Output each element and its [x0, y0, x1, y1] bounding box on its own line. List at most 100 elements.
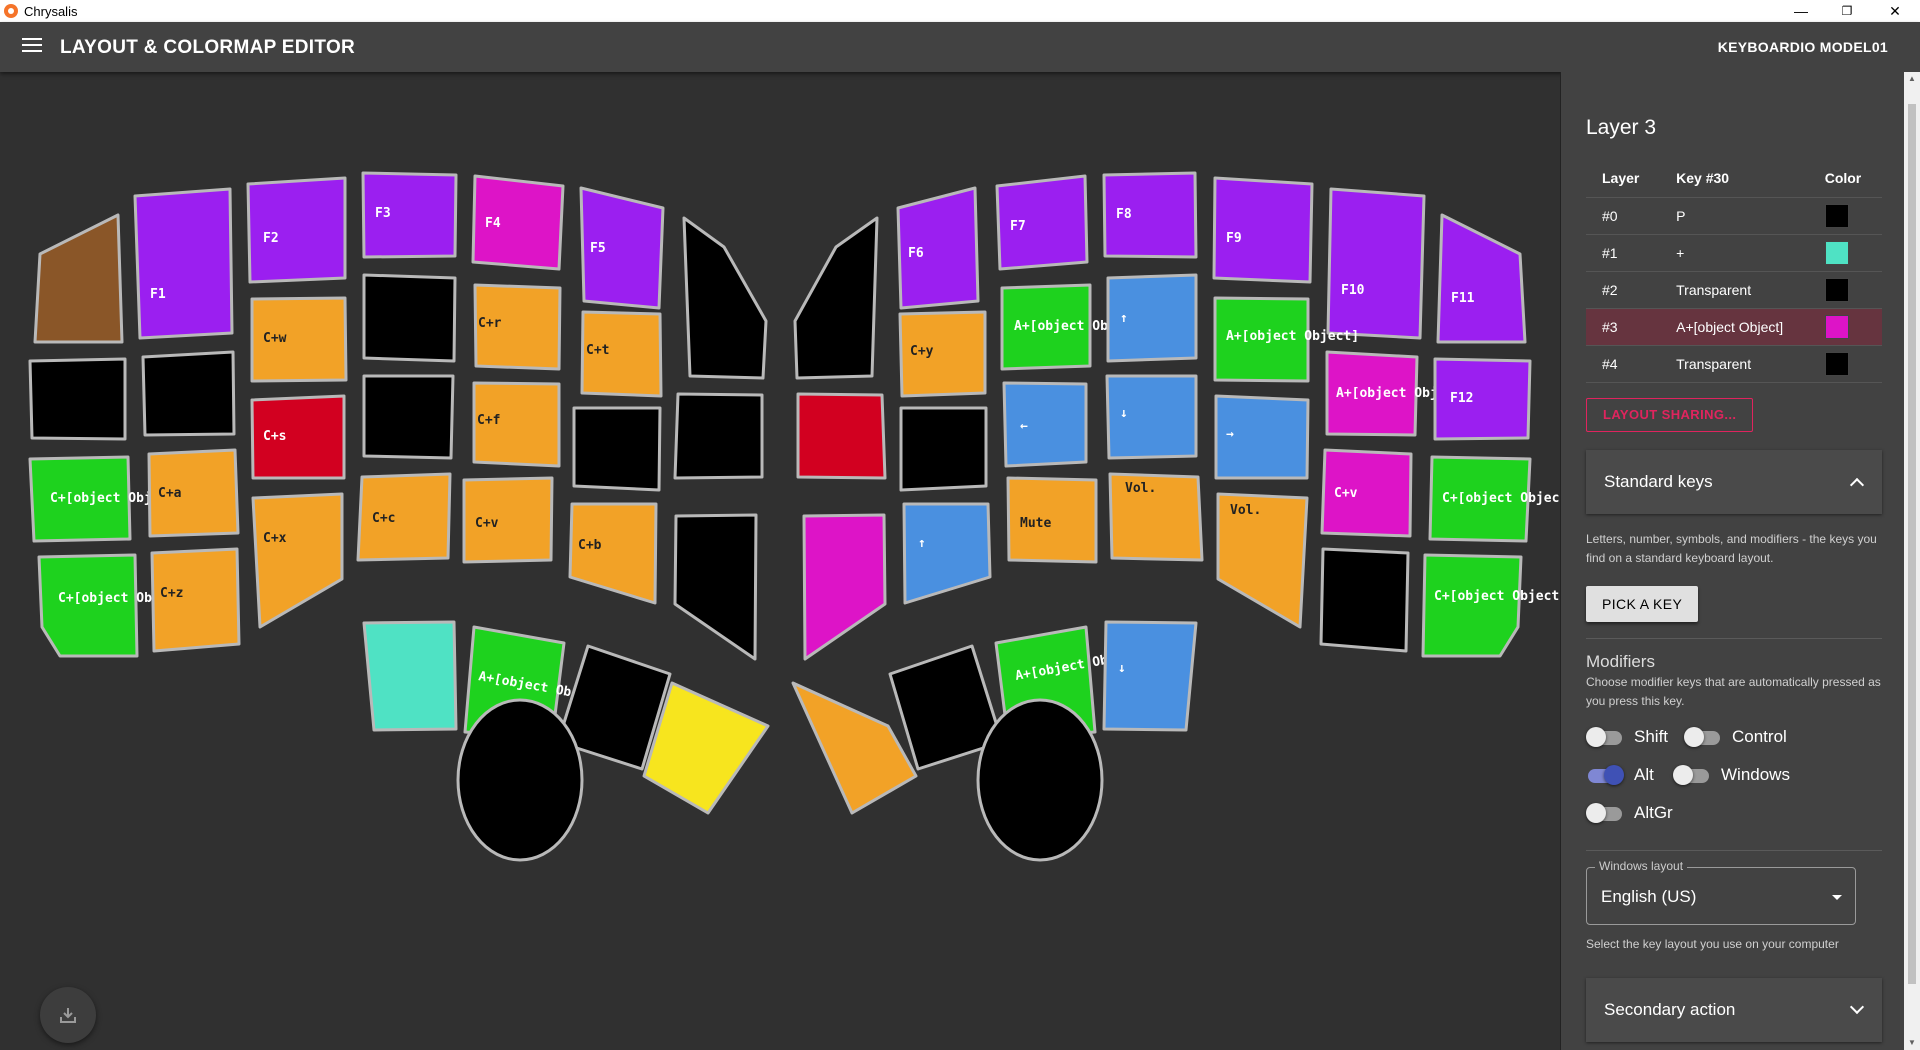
keyboard-key[interactable]	[802, 513, 887, 661]
key-label: ←	[1020, 419, 1028, 434]
keyboard-key[interactable]	[1212, 176, 1314, 284]
keyboard-key[interactable]	[976, 698, 1104, 862]
select-legend: Windows layout	[1595, 859, 1688, 873]
key-label: C+a	[158, 486, 182, 501]
key-label: C+r	[478, 316, 502, 331]
app-bar: LAYOUT & COLORMAP EDITOR KEYBOARDIO MODE…	[0, 22, 1920, 72]
color-swatch	[1824, 240, 1849, 265]
layer-key-table: Layer Key #30 Color #0 P #1 + #2 Transpa…	[1586, 160, 1882, 383]
app-logo-icon	[4, 4, 18, 18]
key-label: C+f	[477, 413, 500, 428]
dropdown-arrow-icon	[1832, 895, 1842, 900]
col-key: Key #30	[1660, 160, 1809, 198]
keyboard-key[interactable]	[1319, 547, 1410, 653]
key-label: Mute	[1020, 516, 1051, 531]
key-label: C+z	[160, 586, 183, 601]
key-label: C+[object Object]	[1434, 589, 1560, 604]
keyboard-key[interactable]	[251, 492, 344, 629]
key-label: →	[1226, 427, 1234, 442]
layout-sharing-button[interactable]: LAYOUT SHARING...	[1586, 398, 1754, 432]
keyboard-key[interactable]	[899, 406, 988, 492]
scrollbar-thumb[interactable]	[1908, 104, 1916, 984]
keyboard-key[interactable]	[1002, 381, 1088, 468]
hamburger-menu-icon[interactable]	[22, 38, 42, 56]
divider	[1586, 850, 1882, 851]
keyboard-key[interactable]	[793, 216, 879, 380]
key-label: C+s	[263, 429, 286, 444]
key-label: C+c	[372, 511, 395, 526]
keyboard-key[interactable]	[568, 502, 658, 605]
key-label: F7	[1010, 219, 1026, 234]
restore-button[interactable]: ❐	[1824, 0, 1870, 22]
table-row[interactable]: #1 +	[1586, 234, 1882, 272]
keyboard-key[interactable]	[246, 176, 347, 284]
key-label: Vol.	[1125, 481, 1156, 496]
key-label: ↓	[1118, 661, 1126, 676]
windows-layout-select[interactable]: Windows layout English (US)	[1586, 859, 1856, 925]
key-label: F5	[590, 241, 606, 256]
window-titlebar: Chrysalis — ❐ ✕	[0, 0, 1920, 22]
keyboard-key[interactable]	[362, 273, 457, 363]
keyboard-key[interactable]	[141, 350, 236, 437]
device-name: KEYBOARDIO MODEL01	[1717, 39, 1888, 55]
window-title: Chrysalis	[24, 4, 78, 19]
select-value: English (US)	[1601, 887, 1697, 906]
keyboard-key[interactable]	[902, 502, 992, 605]
color-swatch	[1824, 277, 1849, 302]
key-label: ↑	[918, 536, 926, 551]
keyboard-key[interactable]	[362, 374, 455, 460]
key-label: C+t	[586, 343, 609, 358]
standard-keys-title: Standard keys	[1604, 472, 1713, 491]
keyboard-key[interactable]	[572, 406, 662, 492]
key-label: F3	[375, 206, 391, 221]
keyboard-key[interactable]	[1436, 213, 1527, 344]
key-label: F8	[1116, 207, 1132, 222]
key-label: F11	[1451, 291, 1475, 306]
color-swatch	[1824, 351, 1849, 376]
col-layer: Layer	[1586, 160, 1661, 198]
color-swatch	[1824, 203, 1849, 228]
key-label: F10	[1341, 283, 1365, 298]
standard-keys-section[interactable]: Standard keys	[1586, 450, 1882, 514]
table-row-selected[interactable]: #3 A+[object Object]	[1586, 308, 1882, 346]
key-label: C+x	[263, 531, 287, 546]
key-label: C+v	[475, 516, 499, 531]
download-icon	[60, 1008, 76, 1023]
color-swatch	[1824, 314, 1849, 339]
table-row[interactable]: #4 Transparent	[1586, 345, 1882, 383]
key-label: Vol.	[1230, 503, 1261, 518]
pick-a-key-button[interactable]: PICK A KEY	[1586, 586, 1699, 622]
keyboard-key[interactable]	[673, 513, 758, 661]
keyboard-key[interactable]	[456, 698, 584, 862]
minimize-button[interactable]: —	[1778, 0, 1824, 22]
table-row[interactable]: #2 Transparent	[1586, 271, 1882, 309]
secondary-action-title: Secondary action	[1604, 1000, 1736, 1019]
keyboard-key[interactable]	[1102, 620, 1198, 732]
keyboard-key[interactable]	[1421, 553, 1523, 658]
key-label: F9	[1226, 231, 1242, 246]
keyboard-key[interactable]	[362, 620, 458, 732]
keyboard-key[interactable]	[682, 216, 768, 380]
layer-heading: Layer 3	[1586, 116, 1657, 139]
scroll-down-icon[interactable]: ▼	[1904, 1036, 1920, 1050]
table-row[interactable]: #0 P	[1586, 197, 1882, 235]
key-label: F2	[263, 231, 279, 246]
keyboard-key[interactable]	[1326, 187, 1426, 340]
keyboard-key[interactable]	[133, 187, 234, 340]
keyboard-key[interactable]	[28, 357, 127, 441]
page-title: LAYOUT & COLORMAP EDITOR	[60, 37, 356, 58]
scrollbar[interactable]: ▲ ▼	[1904, 72, 1920, 1050]
keyboard-key[interactable]	[673, 392, 764, 480]
key-label: F1	[150, 287, 166, 302]
secondary-action-section[interactable]: Secondary action	[1586, 978, 1882, 1042]
close-button[interactable]: ✕	[1872, 0, 1918, 22]
export-button[interactable]	[40, 987, 96, 1043]
col-color: Color	[1808, 160, 1882, 198]
key-label: C+[object Object]	[1442, 491, 1560, 506]
keyboard-key[interactable]	[796, 392, 887, 480]
key-label: ↑	[1120, 311, 1128, 326]
keyboard-key[interactable]	[33, 213, 124, 344]
key-label: F6	[908, 246, 924, 261]
key-label: ↓	[1120, 406, 1128, 421]
scroll-up-icon[interactable]: ▲	[1904, 72, 1920, 86]
